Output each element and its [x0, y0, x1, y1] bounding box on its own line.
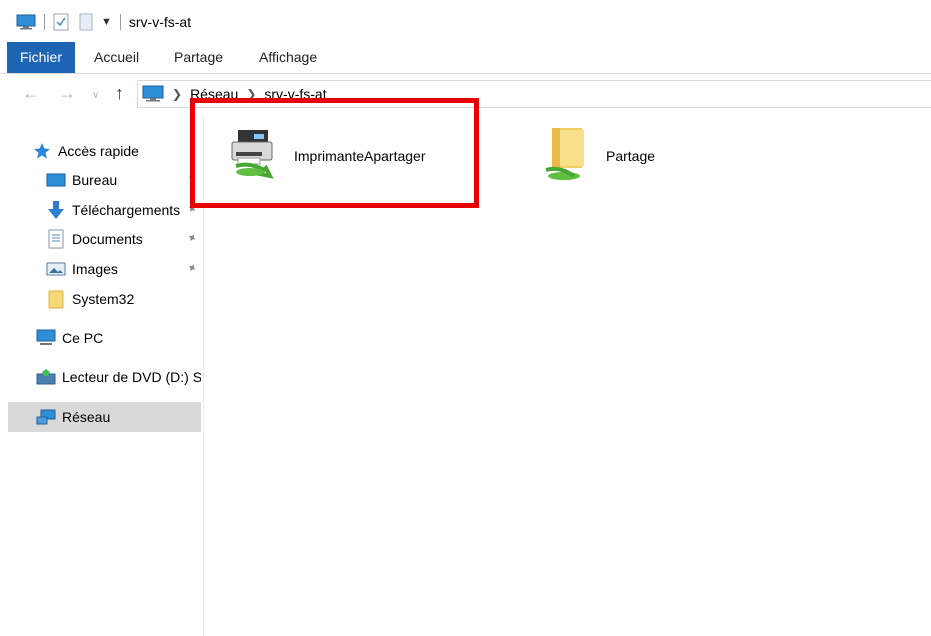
network-icon [36, 407, 56, 427]
tab-accueil[interactable]: Accueil [94, 42, 139, 73]
sidebar-item-label: Bureau [72, 172, 118, 188]
pin-icon[interactable]: ✦ [184, 229, 200, 246]
tab-affichage[interactable]: Affichage [259, 42, 317, 73]
tab-partage[interactable]: Partage [174, 42, 223, 73]
network-location-icon [142, 85, 164, 103]
up-arrow-icon[interactable]: ↑ [115, 82, 124, 104]
tab-fichier[interactable]: Fichier [7, 42, 75, 73]
sidebar-item-label: Réseau [62, 409, 111, 425]
customize-toolbar-icon[interactable]: ▼ [101, 16, 112, 28]
sidebar-item-ce-pc[interactable]: Ce PC [36, 323, 201, 353]
recent-locations-chevron-icon[interactable]: ∨ [92, 85, 99, 107]
sidebar-item-label: Téléchargements [72, 202, 181, 218]
breadcrumb-chevron-icon[interactable]: ❯ [172, 87, 182, 101]
pictures-icon [46, 259, 66, 279]
sidebar-item-acces-rapide[interactable]: Accès rapide [34, 136, 201, 166]
sidebar-item-telechargements[interactable]: Téléchargements ✦ [46, 195, 201, 225]
title-bar: ▼ srv-v-fs-at [0, 0, 931, 44]
sidebar-item-system32[interactable]: System32 [46, 284, 201, 314]
sidebar-item-images[interactable]: Images ✦ [46, 254, 201, 284]
toolbar-separator [44, 14, 45, 30]
sidebar-item-label: System32 [72, 291, 135, 307]
highlight-box [190, 98, 479, 208]
new-folder-icon[interactable] [79, 13, 93, 31]
sidebar-item-bureau[interactable]: Bureau ✦ [46, 165, 201, 195]
shared-folder-icon [540, 126, 596, 186]
sidebar-item-label: Images [72, 261, 118, 277]
dvd-drive-icon [36, 367, 56, 387]
sidebar-item-label: Accès rapide [58, 143, 139, 159]
desktop-icon [46, 170, 66, 190]
computer-icon[interactable] [16, 14, 36, 30]
ribbon-tabs: Fichier Accueil Partage Affichage [0, 42, 931, 74]
sidebar-item-dvd-drive[interactable]: Lecteur de DVD (D:) S [36, 362, 201, 392]
sidebar-item-label: Lecteur de DVD (D:) S [62, 369, 201, 385]
share-item-label: Partage [606, 148, 656, 164]
toolbar-separator [119, 14, 121, 30]
download-arrow-icon [46, 200, 66, 220]
computer-icon [36, 328, 56, 348]
navigation-pane: Accès rapide Bureau ✦ Téléchargements ✦ … [0, 114, 204, 636]
sidebar-item-label: Documents [72, 231, 143, 247]
sidebar-item-label: Ce PC [62, 330, 104, 346]
properties-icon[interactable] [53, 13, 69, 31]
folder-icon [46, 289, 66, 309]
share-item-folder[interactable]: Partage [540, 126, 655, 186]
sidebar-item-reseau[interactable]: Réseau [8, 402, 201, 432]
quick-access-toolbar: ▼ [16, 0, 129, 44]
forward-arrow-icon[interactable]: → [58, 82, 76, 104]
pin-icon[interactable]: ✦ [184, 259, 200, 276]
sidebar-item-documents[interactable]: Documents ✦ [46, 224, 201, 254]
window-title: srv-v-fs-at [128, 14, 192, 30]
back-arrow-icon[interactable]: ← [22, 82, 40, 104]
documents-icon [46, 229, 66, 249]
star-icon [32, 141, 52, 161]
